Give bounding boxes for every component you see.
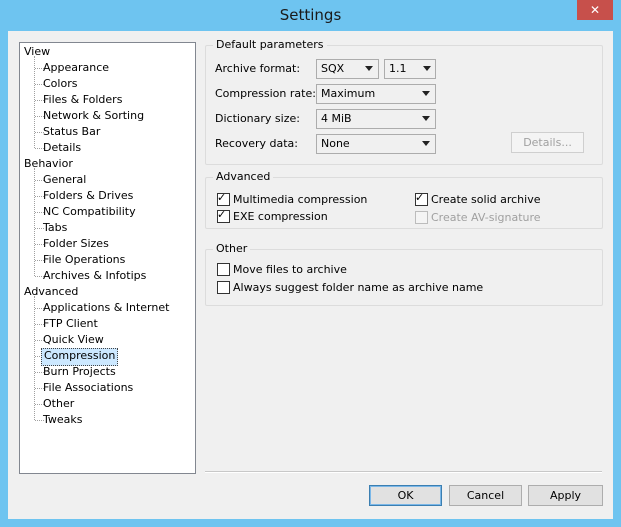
tree-item-folder-sizes[interactable]: Folder Sizes: [41, 236, 111, 252]
create-av-signature-label: Create AV-signature: [431, 211, 541, 224]
compression-rate-select[interactable]: Maximum: [316, 84, 436, 104]
multimedia-compression-label: Multimedia compression: [233, 193, 368, 206]
archive-format-label: Archive format:: [215, 62, 301, 75]
multimedia-compression-checkbox[interactable]: ✓ Multimedia compression: [217, 191, 368, 207]
other-group: Other Move files to archive Always sugge…: [205, 242, 603, 306]
dictionary-size-value: 4 MiB: [321, 112, 352, 125]
chevron-down-icon: [422, 116, 430, 121]
cancel-button[interactable]: Cancel: [449, 485, 522, 506]
archive-format-select[interactable]: SQX: [316, 59, 379, 79]
checkmark-icon: ✓: [217, 208, 227, 221]
archive-version-select[interactable]: 1.1: [384, 59, 436, 79]
default-parameters-group: Default parameters Archive format: SQX 1…: [205, 38, 603, 165]
tree-group-view[interactable]: View: [24, 44, 50, 60]
archive-format-value: SQX: [321, 62, 345, 75]
tree-group-behavior[interactable]: Behavior: [24, 156, 73, 172]
chevron-down-icon: [365, 66, 373, 71]
chevron-down-icon: [422, 141, 430, 146]
apply-button[interactable]: Apply: [528, 485, 603, 506]
move-files-label: Move files to archive: [233, 263, 347, 276]
recovery-data-select[interactable]: None: [316, 134, 436, 154]
tree-item-ftp-client[interactable]: FTP Client: [41, 316, 100, 332]
tree-item-quick-view[interactable]: Quick View: [41, 332, 106, 348]
close-icon: ✕: [589, 3, 601, 17]
tree-item-burn-projects[interactable]: Burn Projects: [41, 364, 118, 380]
advanced-group: Advanced ✓ Multimedia compression ✓ EXE co…: [205, 170, 603, 229]
tree-item-nc-compatibility[interactable]: NC Compatibility: [41, 204, 138, 220]
dictionary-size-label: Dictionary size:: [215, 112, 300, 125]
dictionary-size-select[interactable]: 4 MiB: [316, 109, 436, 129]
footer-separator: [205, 471, 602, 473]
tree-item-details[interactable]: Details: [41, 140, 83, 156]
tree-item-folders-drives[interactable]: Folders & Drives: [41, 188, 135, 204]
tree-item-network-sorting[interactable]: Network & Sorting: [41, 108, 146, 124]
tree-item-tabs[interactable]: Tabs: [41, 220, 69, 236]
other-title: Other: [213, 242, 251, 255]
recovery-data-value: None: [321, 137, 350, 150]
move-files-checkbox[interactable]: Move files to archive: [217, 263, 347, 277]
create-solid-archive-label: Create solid archive: [431, 193, 541, 206]
tree-item-archives-infotips[interactable]: Archives & Infotips: [41, 268, 148, 284]
settings-tree[interactable]: View Appearance Colors Files & Folders Netwo…: [19, 42, 196, 474]
ok-button[interactable]: OK: [369, 485, 442, 506]
dialog-body: View Appearance Colors Files & Folders Netwo…: [8, 31, 613, 519]
suggest-folder-name-checkbox[interactable]: Always suggest folder name as archive na…: [217, 281, 483, 295]
tree-item-file-operations[interactable]: File Operations: [41, 252, 127, 268]
exe-compression-label: EXE compression: [233, 210, 328, 223]
tree-item-general[interactable]: General: [41, 172, 88, 188]
exe-compression-checkbox[interactable]: ✓ EXE compression: [217, 208, 328, 224]
tree-guide-line: [34, 168, 35, 276]
tree-guide-line: [34, 56, 35, 148]
create-av-signature-checkbox[interactable]: Create AV-signature: [415, 211, 541, 225]
default-parameters-title: Default parameters: [213, 38, 327, 51]
archive-version-value: 1.1: [389, 62, 407, 75]
tree-guide-line: [34, 296, 35, 420]
tree-item-file-associations[interactable]: File Associations: [41, 380, 135, 396]
compression-rate-value: Maximum: [321, 87, 376, 100]
checkmark-icon: ✓: [415, 191, 425, 204]
close-button[interactable]: ✕: [577, 0, 613, 20]
recovery-data-label: Recovery data:: [215, 137, 298, 150]
chevron-down-icon: [422, 91, 430, 96]
window-title: Settings: [279, 6, 342, 24]
suggest-folder-name-label: Always suggest folder name as archive na…: [233, 281, 484, 294]
checkmark-icon: ✓: [217, 191, 227, 204]
advanced-title: Advanced: [213, 170, 274, 183]
title-bar[interactable]: Settings ✕: [0, 0, 621, 31]
create-solid-archive-checkbox[interactable]: ✓ Create solid archive: [415, 191, 541, 207]
tree-item-applications-internet[interactable]: Applications & Internet: [41, 300, 171, 316]
tree-item-tweaks[interactable]: Tweaks: [41, 412, 85, 428]
tree-item-appearance[interactable]: Appearance: [41, 60, 111, 76]
chevron-down-icon: [423, 66, 431, 71]
settings-window: Settings ✕ View Appearance Colors Files & F…: [0, 0, 621, 527]
tree-item-files-folders[interactable]: Files & Folders: [41, 92, 124, 108]
details-button[interactable]: Details...: [511, 132, 584, 153]
tree-group-advanced[interactable]: Advanced: [24, 284, 78, 300]
compression-rate-label: Compression rate:: [215, 87, 316, 100]
tree-item-other[interactable]: Other: [41, 396, 76, 412]
tree-item-colors[interactable]: Colors: [41, 76, 79, 92]
tree-item-status-bar[interactable]: Status Bar: [41, 124, 102, 140]
